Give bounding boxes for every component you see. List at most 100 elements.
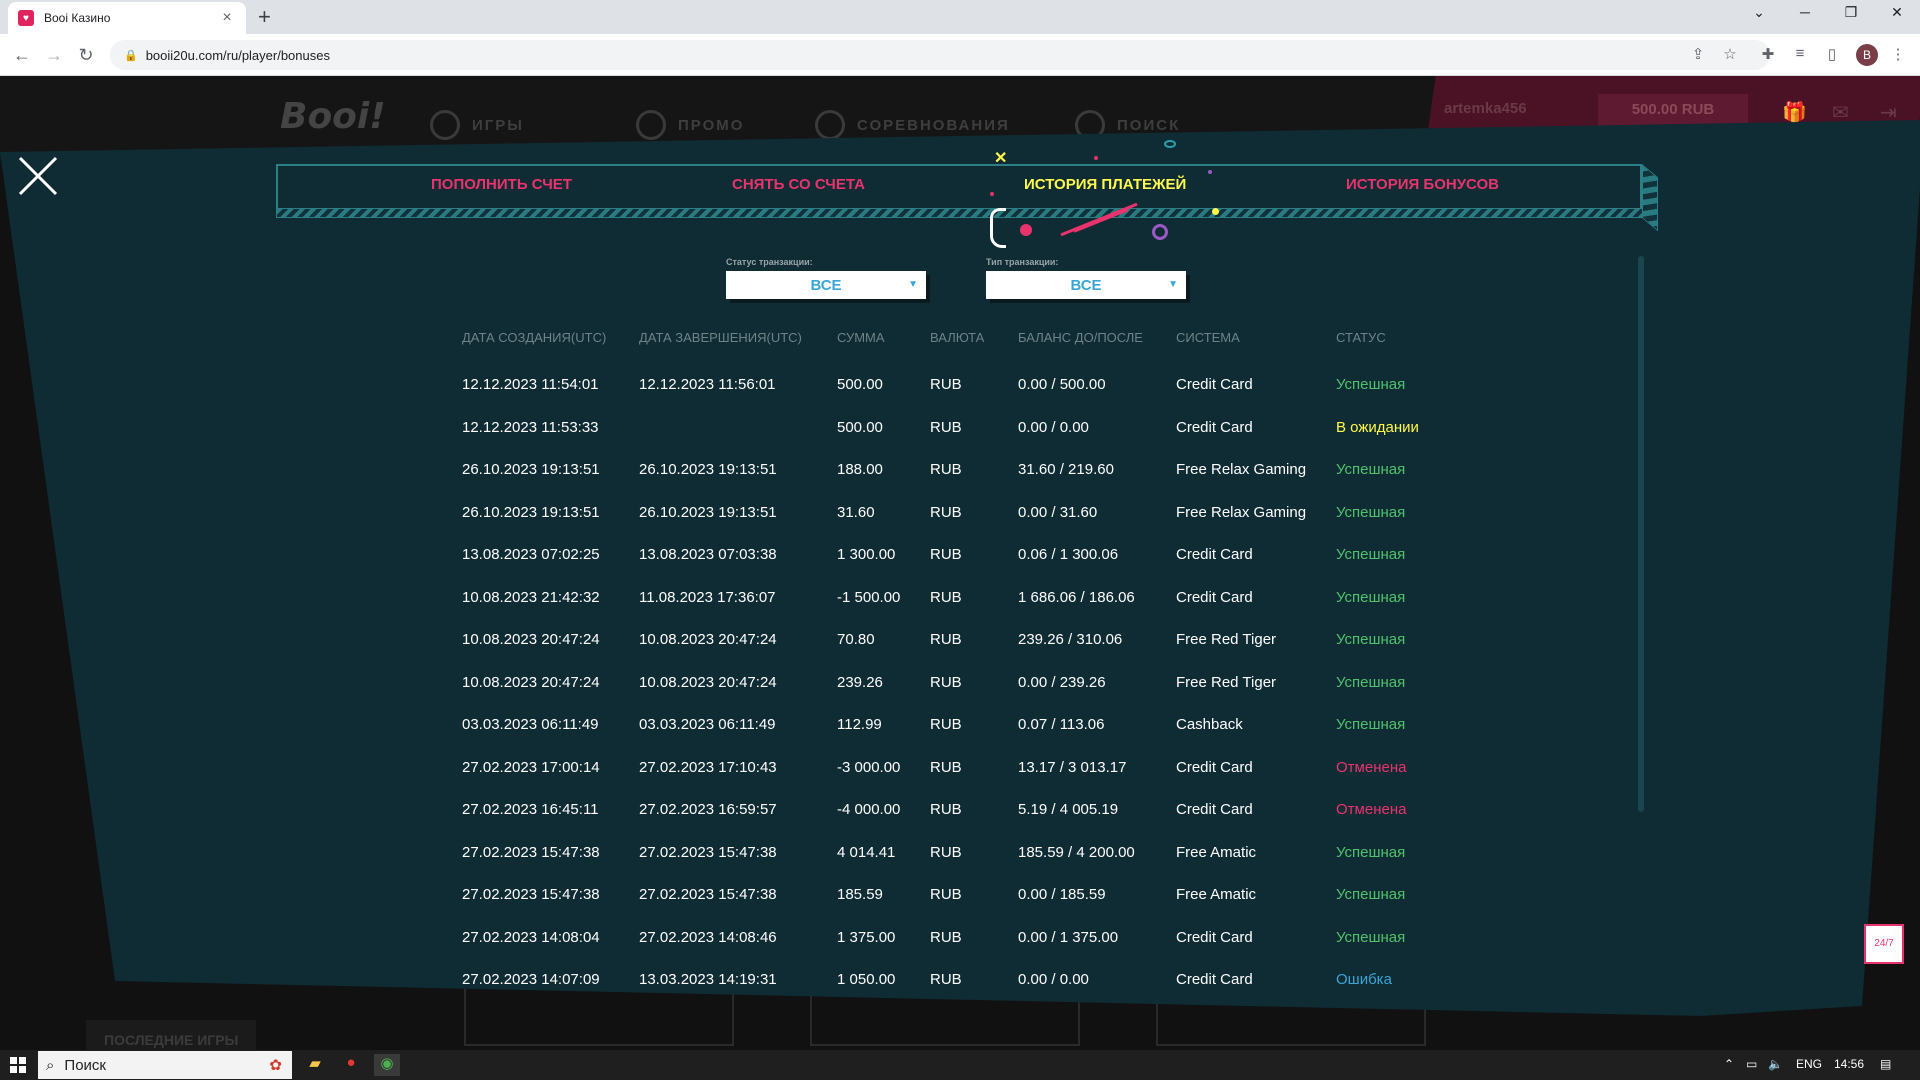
cell-amount: 185.59 bbox=[837, 886, 883, 903]
cell-created: 13.08.2023 07:02:25 bbox=[462, 546, 600, 563]
media-icon[interactable]: ≡ bbox=[1790, 45, 1810, 62]
table-row: 12.12.2023 11:53:33 500.00 RUB 0.00 / 0.00 C… bbox=[462, 419, 1442, 461]
tab-withdraw[interactable]: СНЯТЬ СО СЧЕТА bbox=[732, 176, 865, 193]
cell-status: Успешная bbox=[1336, 461, 1406, 478]
cell-status: Успешная bbox=[1336, 588, 1406, 606]
cell-currency: RUB bbox=[930, 886, 962, 903]
table-row: 26.10.2023 19:13:51 26.10.2023 19:13:51 31… bbox=[462, 504, 1442, 546]
cell-created: 27.02.2023 14:07:09 bbox=[462, 971, 600, 988]
cell-created: 27.02.2023 15:47:38 bbox=[462, 886, 600, 903]
table-scrollbar[interactable] bbox=[1638, 256, 1644, 812]
cell-balance: 1 686.06 / 186.06 bbox=[1018, 588, 1135, 606]
cell-created: 12.12.2023 11:53:33 bbox=[462, 418, 599, 436]
forward-arrow-icon[interactable]: → bbox=[42, 43, 66, 67]
table-row: 03.03.2023 06:11:49 03.03.2023 06:11:49 11… bbox=[462, 716, 1442, 758]
cell-status: Успешная bbox=[1336, 673, 1406, 691]
cell-balance: 0.00 / 0.00 bbox=[1018, 971, 1089, 988]
clock[interactable]: 14:56 bbox=[1834, 1057, 1864, 1071]
chevron-down-icon: ▼ bbox=[1168, 279, 1178, 290]
taskbar-search[interactable]: ⌕ Поиск ✿ bbox=[38, 1051, 292, 1079]
language-indicator[interactable]: ENG bbox=[1796, 1057, 1822, 1071]
opera-icon[interactable]: ● bbox=[338, 1054, 364, 1076]
browser-tab[interactable]: ♥ Booi Казино × bbox=[8, 2, 246, 34]
cell-completed: 27.02.2023 14:08:46 bbox=[639, 928, 777, 946]
tab-bonus-history[interactable]: ИСТОРИЯ БОНУСОВ bbox=[1346, 176, 1499, 193]
close-icon[interactable] bbox=[18, 156, 58, 196]
cell-amount: -1 500.00 bbox=[837, 588, 901, 606]
type-filter-select[interactable]: ВСЕ ▼ bbox=[986, 271, 1186, 299]
tab-search-icon[interactable]: ⌄ bbox=[1736, 4, 1782, 21]
cell-currency: RUB bbox=[930, 546, 962, 563]
menu-kebab-icon[interactable]: ⋮ bbox=[1888, 45, 1908, 63]
share-icon[interactable]: ⇪ bbox=[1688, 45, 1708, 63]
cell-system: Credit Card bbox=[1176, 418, 1253, 436]
windows-start-icon[interactable] bbox=[10, 1057, 26, 1073]
address-bar[interactable]: 🔒 booii20u.com/ru/player/bonuses bbox=[110, 40, 1770, 70]
back-arrow-icon[interactable]: ← bbox=[10, 43, 34, 67]
cell-amount: 500.00 bbox=[837, 418, 883, 436]
cell-balance: 31.60 / 219.60 bbox=[1018, 461, 1114, 478]
taskbar-search-placeholder: Поиск bbox=[64, 1056, 106, 1074]
extensions-icon[interactable]: ✚ bbox=[1758, 45, 1778, 63]
cell-system: Credit Card bbox=[1176, 971, 1253, 988]
col-amount: СУММА bbox=[837, 330, 885, 345]
bookmark-star-icon[interactable]: ☆ bbox=[1720, 45, 1740, 63]
confetti-dot bbox=[1020, 224, 1032, 236]
cell-amount: 31.60 bbox=[837, 503, 875, 521]
cell-currency: RUB bbox=[930, 588, 962, 606]
volume-icon[interactable]: 🔈 bbox=[1768, 1057, 1783, 1071]
file-explorer-icon[interactable]: ▰ bbox=[302, 1054, 328, 1076]
cell-balance: 0.00 / 1 375.00 bbox=[1018, 928, 1119, 946]
restore-icon[interactable]: ❐ bbox=[1828, 4, 1874, 21]
reload-icon[interactable]: ↻ bbox=[74, 43, 98, 67]
cell-balance: 0.06 / 1 300.06 bbox=[1018, 546, 1119, 563]
cell-system: Credit Card bbox=[1176, 758, 1253, 776]
table-row: 13.08.2023 07:02:25 13.08.2023 07:03:38 1 … bbox=[462, 546, 1442, 588]
browser-toolbar: ← → ↻ 🔒 booii20u.com/ru/player/bonuses ⇪… bbox=[0, 34, 1920, 76]
cell-created: 27.02.2023 16:45:11 bbox=[462, 801, 599, 818]
table-row: 27.02.2023 14:08:04 27.02.2023 14:08:46 1 … bbox=[462, 929, 1442, 971]
cell-amount: 1 375.00 bbox=[837, 928, 896, 946]
cell-completed: 26.10.2023 19:13:51 bbox=[639, 461, 777, 478]
profile-avatar[interactable]: B bbox=[1856, 44, 1878, 66]
cell-balance: 13.17 / 3 013.17 bbox=[1018, 758, 1127, 776]
cell-completed: 13.08.2023 07:03:38 bbox=[639, 546, 777, 563]
side-panel-icon[interactable]: ▯ bbox=[1822, 45, 1842, 63]
status-filter-select[interactable]: ВСЕ ▼ bbox=[726, 271, 926, 299]
cell-status: Отменена bbox=[1336, 758, 1407, 776]
type-filter-label: Тип транзакции: bbox=[986, 257, 1059, 267]
cell-completed: 03.03.2023 06:11:49 bbox=[639, 716, 776, 733]
tray-chevron-icon[interactable]: ⌃ bbox=[1724, 1057, 1734, 1071]
cell-currency: RUB bbox=[930, 928, 962, 946]
support-chat-button[interactable]: 24/7 bbox=[1864, 924, 1904, 964]
minimize-icon[interactable]: ─ bbox=[1782, 4, 1828, 20]
confetti-dot bbox=[1094, 156, 1098, 160]
cell-amount: 112.99 bbox=[837, 716, 882, 733]
cell-amount: -3 000.00 bbox=[837, 758, 901, 776]
cell-completed: 13.03.2023 14:19:31 bbox=[639, 971, 777, 988]
cell-status: Успешная bbox=[1336, 546, 1406, 563]
cell-amount: 1 300.00 bbox=[837, 546, 896, 563]
cell-system: Credit Card bbox=[1176, 928, 1253, 946]
col-currency: ВАЛЮТА bbox=[930, 330, 985, 345]
tab-deposit[interactable]: ПОПОЛНИТЬ СЧЕТ bbox=[431, 176, 572, 193]
col-balance: БАЛАНС ДО/ПОСЛЕ bbox=[1018, 330, 1143, 345]
cell-completed: 10.08.2023 20:47:24 bbox=[639, 631, 777, 648]
search-highlight-icon: ✿ bbox=[269, 1057, 282, 1074]
cell-created: 10.08.2023 20:47:24 bbox=[462, 631, 600, 648]
cell-status: В ожидании bbox=[1336, 418, 1419, 436]
tab-payment-history[interactable]: ИСТОРИЯ ПЛАТЕЖЕЙ bbox=[1024, 176, 1186, 193]
lock-icon: 🔒 bbox=[124, 49, 138, 62]
notifications-icon[interactable]: ▤ bbox=[1880, 1057, 1891, 1071]
cell-balance: 239.26 / 310.06 bbox=[1018, 631, 1123, 648]
cell-currency: RUB bbox=[930, 673, 962, 691]
tab-close-icon[interactable]: × bbox=[218, 9, 236, 27]
cell-currency: RUB bbox=[930, 843, 962, 861]
cell-balance: 0.00 / 185.59 bbox=[1018, 886, 1106, 903]
network-icon[interactable]: ▭ bbox=[1746, 1057, 1757, 1071]
cell-currency: RUB bbox=[930, 503, 962, 521]
chrome-icon[interactable]: ◉ bbox=[374, 1054, 400, 1076]
cell-currency: RUB bbox=[930, 418, 962, 436]
window-close-icon[interactable]: ✕ bbox=[1874, 4, 1920, 21]
new-tab-icon[interactable]: + bbox=[258, 4, 271, 30]
